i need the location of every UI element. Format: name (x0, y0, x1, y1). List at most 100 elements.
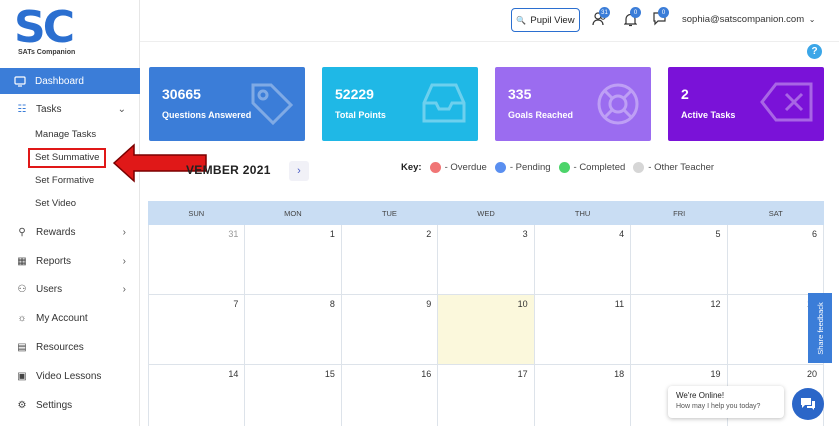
calendar-week: 7 8 9 10 11 12 13 (148, 295, 824, 365)
user-menu[interactable]: sophia@satscompanion.com ⌄ (682, 14, 815, 25)
highlight-box (28, 148, 106, 168)
lifebuoy-icon (597, 83, 639, 125)
share-feedback-tab[interactable]: Share feedback (808, 293, 832, 363)
trophy-icon: ⚲ (18, 226, 26, 238)
backspace-icon (760, 82, 813, 122)
stat-card-points: 52229 Total Points (322, 67, 478, 141)
sidebar-subitem-set-video[interactable]: Set Video (35, 196, 76, 212)
stat-label: Active Tasks (681, 110, 736, 120)
stat-label: Goals Reached (508, 110, 574, 120)
sidebar-item-label: Rewards (36, 226, 76, 238)
sidebar-item-label: Dashboard (35, 75, 84, 87)
calendar-day[interactable]: 6 (727, 225, 824, 295)
chat-bubble[interactable]: We're Online! How may I help you today? (668, 386, 784, 418)
bell-badge: 0 (630, 7, 641, 18)
calendar-day[interactable]: 15 (245, 365, 342, 426)
calendar-day[interactable]: 17 (438, 365, 535, 426)
monitor-icon (14, 75, 26, 87)
sidebar-item-tasks[interactable]: ☷ Tasks ⌄ (0, 98, 140, 120)
other-teacher-dot (633, 162, 645, 173)
sidebar-subitem-manage-tasks[interactable]: Manage Tasks (35, 127, 96, 143)
overdue-dot (429, 162, 441, 173)
calendar-day[interactable]: 7 (148, 295, 246, 365)
calendar-day[interactable]: 11 (534, 295, 632, 365)
calendar-day[interactable]: 31 (148, 225, 246, 295)
stat-value: 30665 (162, 86, 201, 102)
calendar-key: Key: - Overdue - Pending - Completed - O… (401, 162, 714, 173)
video-icon: ▣ (17, 370, 27, 382)
sidebar-item-reports[interactable]: ▦ Reports › (0, 250, 140, 272)
dow-tue: TUE (381, 208, 397, 218)
tag-icon (251, 83, 294, 126)
sidebar-item-label: Video Lessons (36, 370, 102, 382)
sidebar-item-video-lessons[interactable]: ▣ Video Lessons (0, 365, 140, 387)
chevron-right-icon: › (122, 226, 126, 238)
help-button[interactable]: ? (807, 44, 822, 59)
sidebar-item-settings[interactable]: ⚙ Settings (0, 394, 140, 416)
stat-card-goals: 335 Goals Reached (495, 67, 651, 141)
key-completed: - Completed (573, 162, 626, 173)
sidebar: SC SATs Companion Dashboard ☷ Tasks ⌄ Ma… (0, 0, 140, 426)
app-root: SC SATs Companion Dashboard ☷ Tasks ⌄ Ma… (0, 0, 839, 426)
chevron-down-icon: ⌄ (808, 15, 816, 24)
stat-label: Total Points (335, 110, 386, 120)
calendar-day[interactable]: 4 (534, 225, 632, 295)
calendar-day[interactable]: 18 (535, 365, 632, 426)
sidebar-item-rewards[interactable]: ⚲ Rewards › (0, 221, 140, 243)
calendar-day[interactable]: 1 (245, 225, 342, 295)
sidebar-subitem-set-formative[interactable]: Set Formative (35, 173, 94, 189)
calendar-day[interactable]: 3 (438, 225, 535, 295)
users-badge: 31 (599, 7, 610, 18)
dow-mon: MON (284, 208, 302, 218)
logo-text: SATs Companion (18, 49, 76, 56)
sidebar-item-dashboard[interactable]: Dashboard (0, 68, 140, 94)
logo[interactable]: SC SATs Companion (14, 6, 84, 62)
calendar-day-today[interactable]: 10 (438, 295, 535, 365)
gear-icon: ⚙ (17, 399, 27, 411)
logo-mark: SC (14, 2, 75, 53)
inbox-icon (422, 83, 466, 123)
chat-launcher-button[interactable] (792, 388, 824, 420)
calendar-day[interactable]: 2 (341, 225, 439, 295)
calendar-day[interactable]: 5 (631, 225, 728, 295)
calendar-month-title: VEMBER 2021 (186, 163, 271, 177)
stat-value: 52229 (335, 86, 374, 102)
chat-subtitle: How may I help you today? (676, 403, 761, 410)
topbar: 🔍 Pupil View 31 0 0 sophia@satscompanion… (140, 0, 839, 42)
completed-dot (558, 162, 570, 173)
chevron-right-icon: › (122, 255, 126, 267)
search-icon: 🔍 (516, 15, 527, 25)
calendar-day[interactable]: 8 (245, 295, 342, 365)
stat-value: 2 (681, 86, 689, 102)
key-pending: - Pending (509, 162, 551, 173)
pending-dot (494, 162, 506, 173)
calendar-day[interactable]: 14 (148, 365, 246, 426)
report-icon: ▦ (17, 255, 27, 267)
sidebar-item-my-account[interactable]: ☼ My Account (0, 307, 140, 329)
sidebar-item-resources[interactable]: ▤ Resources (0, 336, 140, 358)
key-overdue: - Overdue (444, 162, 487, 173)
message-badge: 0 (658, 7, 669, 18)
stat-card-active-tasks: 2 Active Tasks (668, 67, 824, 141)
chevron-down-icon: ⌄ (117, 103, 126, 115)
calendar-day[interactable]: 12 (631, 295, 728, 365)
calendar-day[interactable]: 9 (341, 295, 439, 365)
account-icon: ☼ (17, 312, 27, 324)
dow-sun: SUN (188, 208, 205, 218)
key-other-teacher: - Other Teacher (648, 162, 715, 173)
sidebar-item-label: Tasks (36, 103, 62, 115)
calendar-day[interactable]: 16 (342, 365, 439, 426)
sidebar-item-label: Resources (36, 341, 84, 353)
chat-title: We're Online! (676, 391, 725, 400)
stat-value: 335 (508, 86, 532, 102)
dow-sat: SAT (768, 208, 783, 218)
chevron-right-icon: › (122, 283, 126, 295)
sidebar-item-users[interactable]: ⚇ Users › (0, 278, 140, 300)
sidebar-item-label: Reports (36, 255, 72, 267)
day-of-week-header: SUN MON TUE WED THU FRI SAT (148, 201, 824, 225)
users-icon: ⚇ (17, 283, 27, 295)
stat-label: Questions Answered (162, 110, 252, 120)
pupil-view-button[interactable]: 🔍 Pupil View (511, 8, 580, 32)
sidebar-item-label: Settings (36, 399, 73, 411)
next-month-button[interactable]: › (289, 161, 309, 181)
